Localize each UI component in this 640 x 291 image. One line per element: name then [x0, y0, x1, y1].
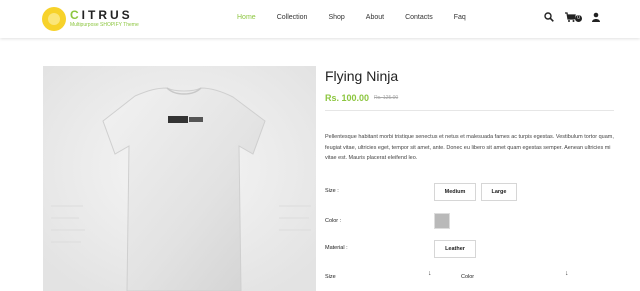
cart-count-badge: 0 [575, 15, 582, 22]
material-option-label: Material : [325, 245, 348, 251]
nav-collection[interactable]: Collection [277, 14, 308, 21]
size-large-button[interactable]: Large [481, 183, 517, 201]
product-old-price: Rs. 125.00 [374, 95, 399, 101]
user-icon[interactable] [591, 12, 601, 22]
size-select-arrow-icon[interactable]: ↓ [428, 270, 432, 277]
color-select-arrow-icon[interactable]: ↓ [565, 270, 569, 277]
t-shirt-back-image [43, 66, 316, 291]
brand-tagline: Multipurpose SHOPIFY Theme [70, 22, 139, 28]
site-header: CITRUS Multipurpose SHOPIFY Theme Home C… [0, 0, 640, 38]
brand-name: CITRUS [70, 8, 133, 22]
color-swatch[interactable] [434, 213, 450, 229]
color-select-label[interactable]: Color [461, 274, 474, 280]
size-option-label: Size : [325, 188, 339, 194]
search-icon[interactable] [544, 12, 554, 22]
citrus-logo-icon [42, 7, 66, 31]
size-select-label[interactable]: Size [325, 274, 336, 280]
product-image[interactable] [43, 66, 316, 291]
cart-button[interactable]: 0 [565, 12, 583, 22]
product-description: Pellentesque habitant morbi tristique se… [325, 134, 614, 161]
main-nav: Home Collection Shop About Contacts Faq [237, 14, 487, 21]
nav-shop[interactable]: Shop [328, 14, 344, 21]
logo-text: CITRUS Multipurpose SHOPIFY Theme [70, 9, 139, 29]
divider [325, 110, 614, 111]
color-option-label: Color : [325, 218, 342, 224]
material-leather-button[interactable]: Leather [434, 240, 476, 258]
nav-contacts[interactable]: Contacts [405, 14, 433, 21]
brand-name-initial: C [70, 8, 82, 22]
nav-faq[interactable]: Faq [454, 14, 466, 21]
product-price: Rs. 100.00 [325, 93, 370, 103]
size-medium-button[interactable]: Medium [434, 183, 476, 201]
brand-logo[interactable]: CITRUS Multipurpose SHOPIFY Theme [42, 7, 139, 31]
product-title: Flying Ninja [325, 68, 399, 84]
nav-about[interactable]: About [366, 14, 384, 21]
header-icons: 0 [544, 12, 612, 22]
nav-home[interactable]: Home [237, 14, 256, 21]
